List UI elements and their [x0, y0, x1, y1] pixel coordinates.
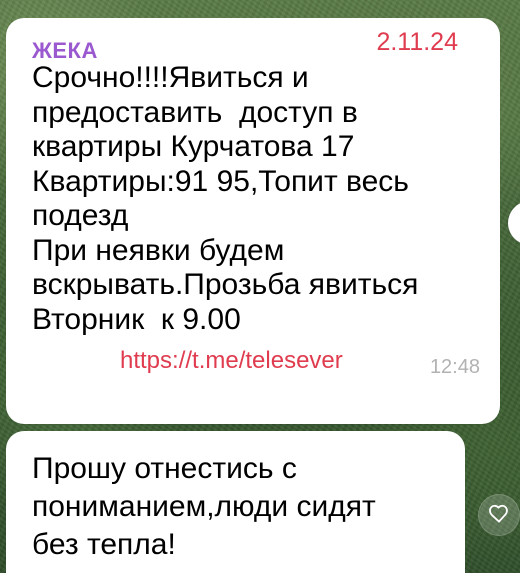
message-bubble[interactable]: ЖЕКА 2.11.24 Срочно!!!!Явиться и предост…	[6, 18, 500, 424]
message-bubble[interactable]: Прошу отнестись с пониманием,люди сидят …	[6, 431, 465, 573]
message-text: Срочно!!!!Явиться и предоставить доступ …	[32, 61, 419, 336]
message-header: ЖЕКА 2.11.24	[32, 28, 478, 62]
reaction-button[interactable]	[478, 494, 520, 536]
message-text: Прошу отнестись с пониманием,люди сидят …	[32, 452, 376, 561]
message-link[interactable]: https://t.me/telesever	[120, 349, 343, 373]
message-meta: https://t.me/telesever 12:48	[32, 349, 480, 383]
message-date: 2.11.24	[376, 28, 458, 56]
sender-name[interactable]: ЖЕКА	[32, 40, 98, 62]
message-time: 12:48	[429, 356, 480, 378]
heart-icon	[488, 503, 510, 528]
